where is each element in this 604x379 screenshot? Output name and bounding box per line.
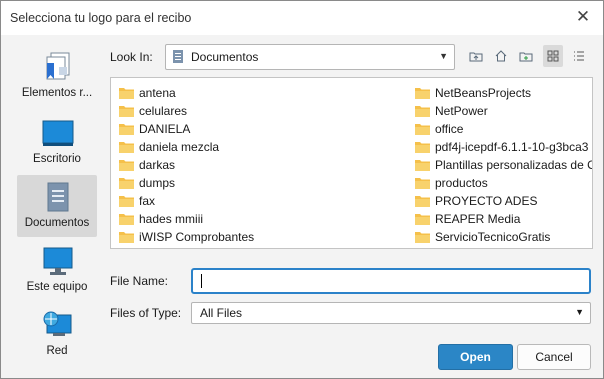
place-label: Escritorio [33,153,81,165]
computer-icon [43,247,73,275]
cancel-button[interactable]: Cancel [517,344,591,370]
place-label: Elementos r... [21,87,93,99]
folder-icon [119,178,134,189]
folder-icon [119,160,134,171]
chevron-down-icon[interactable]: ▼ [439,51,448,61]
recent-items-icon [46,52,70,80]
folder-icon [119,124,134,135]
file-name: celulares [139,104,188,118]
file-name: REAPER Media [435,212,521,226]
file-name: PROYECTO ADES [435,194,538,208]
details-view-icon[interactable] [569,45,589,67]
file-name: hades mmiii [139,212,204,226]
look-in-value: Documentos [191,50,259,64]
file-name: office [435,122,464,136]
title-bar: Selecciona tu logo para el recibo ✕ [1,1,603,35]
desktop-icon [42,120,74,146]
file-name: ServicioTecnicoGratis [435,230,551,244]
file-name-label: File Name: [110,274,169,288]
documents-small-icon [173,50,183,63]
file-name: dumps [139,176,176,190]
place-desktop[interactable]: Escritorio [17,111,97,173]
file-type-value: All Files [200,306,243,320]
close-icon[interactable]: ✕ [573,7,593,27]
file-name: daniela mezcla [139,140,220,154]
place-documents[interactable]: Documentos [17,175,97,237]
text-caret [201,274,202,288]
chevron-down-icon[interactable]: ▼ [575,307,584,317]
network-icon [43,311,72,336]
folder-icon [415,106,430,117]
place-label: Este equipo [26,281,88,293]
folder-icon [415,160,430,171]
folder-icon [415,196,430,207]
file-name: antena [139,86,176,100]
open-button[interactable]: Open [438,344,513,370]
file-name: fax [139,194,156,208]
folder-icon [119,106,134,117]
look-in-combo[interactable]: Documentos ▼ [165,44,455,70]
file-list[interactable]: antena celulares DANIELA daniela mezcla dark… [110,77,593,249]
file-name: darkas [139,158,176,172]
file-name: iWISP Comprobantes [139,230,255,244]
file-type-label: Files of Type: [110,306,182,320]
place-recent-items[interactable]: Elementos r... [17,45,97,107]
folder-icon [119,196,134,207]
file-name: pdf4j-icepdf-6.1.1-10-g3bca3 [435,140,589,154]
folder-icon [415,124,430,135]
file-type-combo[interactable]: All Files ▼ [191,302,591,324]
file-name: NetBeansProjects [435,86,532,100]
file-name: productos [435,176,488,190]
folder-icon [119,142,134,153]
folder-icon [119,88,134,99]
file-name-input[interactable] [191,268,591,294]
place-this-pc[interactable]: Este equipo [17,239,97,301]
new-folder-icon[interactable] [516,45,536,67]
places-sidebar: Elementos r... Escritorio Documentos Est… [7,45,101,363]
folder-icon [119,214,134,225]
folder-icon [415,178,430,189]
documents-icon [47,182,69,212]
place-network[interactable]: Red [17,303,97,365]
place-label: Documentos [24,217,90,229]
file-name: Plantillas personalizadas de O [435,158,593,172]
place-label: Red [46,345,68,357]
folder-icon [415,142,430,153]
list-view-icon[interactable] [543,45,563,67]
file-chooser-dialog: Selecciona tu logo para el recibo ✕ Elem… [0,0,604,379]
look-in-label: Look In: [110,50,153,64]
file-name: NetPower [435,104,488,118]
up-folder-icon[interactable] [466,45,486,67]
dialog-title: Selecciona tu logo para el recibo [10,11,192,25]
folder-icon [415,88,430,99]
folder-icon [415,232,430,243]
folder-icon [119,232,134,243]
home-icon[interactable] [491,45,511,67]
folder-icon [415,214,430,225]
file-name: DANIELA [139,122,191,136]
